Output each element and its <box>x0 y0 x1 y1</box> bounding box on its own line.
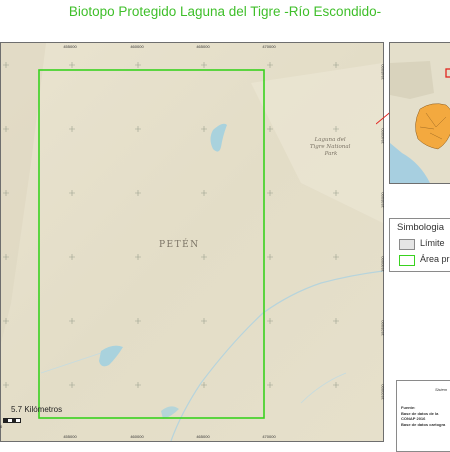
y-tick-label: 1925000 <box>380 320 385 336</box>
inset-neighbor <box>390 61 434 99</box>
legend-item-label: Área pr <box>420 254 450 264</box>
location-inset-map[interactable] <box>389 42 450 184</box>
sources-heading: Fuente: <box>401 405 416 410</box>
y-tick-label: 1940000 <box>380 128 385 144</box>
scale-bar-tick: 0 <box>0 424 3 429</box>
x-tick-label: 470000 <box>262 44 276 49</box>
x-tick-label: 460000 <box>130 434 144 439</box>
x-tick-label: 455000 <box>63 434 77 439</box>
source-line: Base de datos cartogra <box>401 422 446 427</box>
sources-panel: Sistem Fuente: Base de datos de la CONAP… <box>396 380 450 452</box>
region-label: PETÉN <box>159 238 200 250</box>
legend-swatch-protected-area <box>399 255 415 266</box>
x-tick-label: 465000 <box>196 44 210 49</box>
map-title: Biotopo Protegido Laguna del Tigre -Río … <box>68 4 382 19</box>
map-canvas: PETÉN Laguna del Tigre National Park <box>1 43 383 441</box>
y-tick-label: 1920000 <box>380 384 385 400</box>
x-tick-label: 465000 <box>196 434 210 439</box>
inset-canvas <box>390 43 450 183</box>
park-label-line: Park <box>324 151 338 157</box>
coordinate-system-label: Sistem <box>435 387 448 392</box>
park-label-line: Laguna del <box>314 137 346 143</box>
legend-swatch-boundary <box>399 239 415 250</box>
scale-bar <box>3 418 21 423</box>
legend-panel: Simbologia Límite Área pr <box>389 218 450 272</box>
main-map[interactable]: PETÉN Laguna del Tigre National Park <box>0 42 384 442</box>
legend-item-label: Límite <box>420 238 445 248</box>
scale-bar-label: 5.7 Kilómetros <box>11 405 63 414</box>
y-tick-label: 1935000 <box>380 192 385 208</box>
x-tick-label: 470000 <box>262 434 276 439</box>
legend-title: Simbologia <box>397 222 444 233</box>
source-line: CONAP 2016 <box>401 416 426 421</box>
x-tick-label: 460000 <box>130 44 144 49</box>
x-tick-label: 455000 <box>63 44 77 49</box>
y-tick-label: 1930000 <box>380 256 385 272</box>
park-label-line: Tigre National <box>310 144 351 150</box>
